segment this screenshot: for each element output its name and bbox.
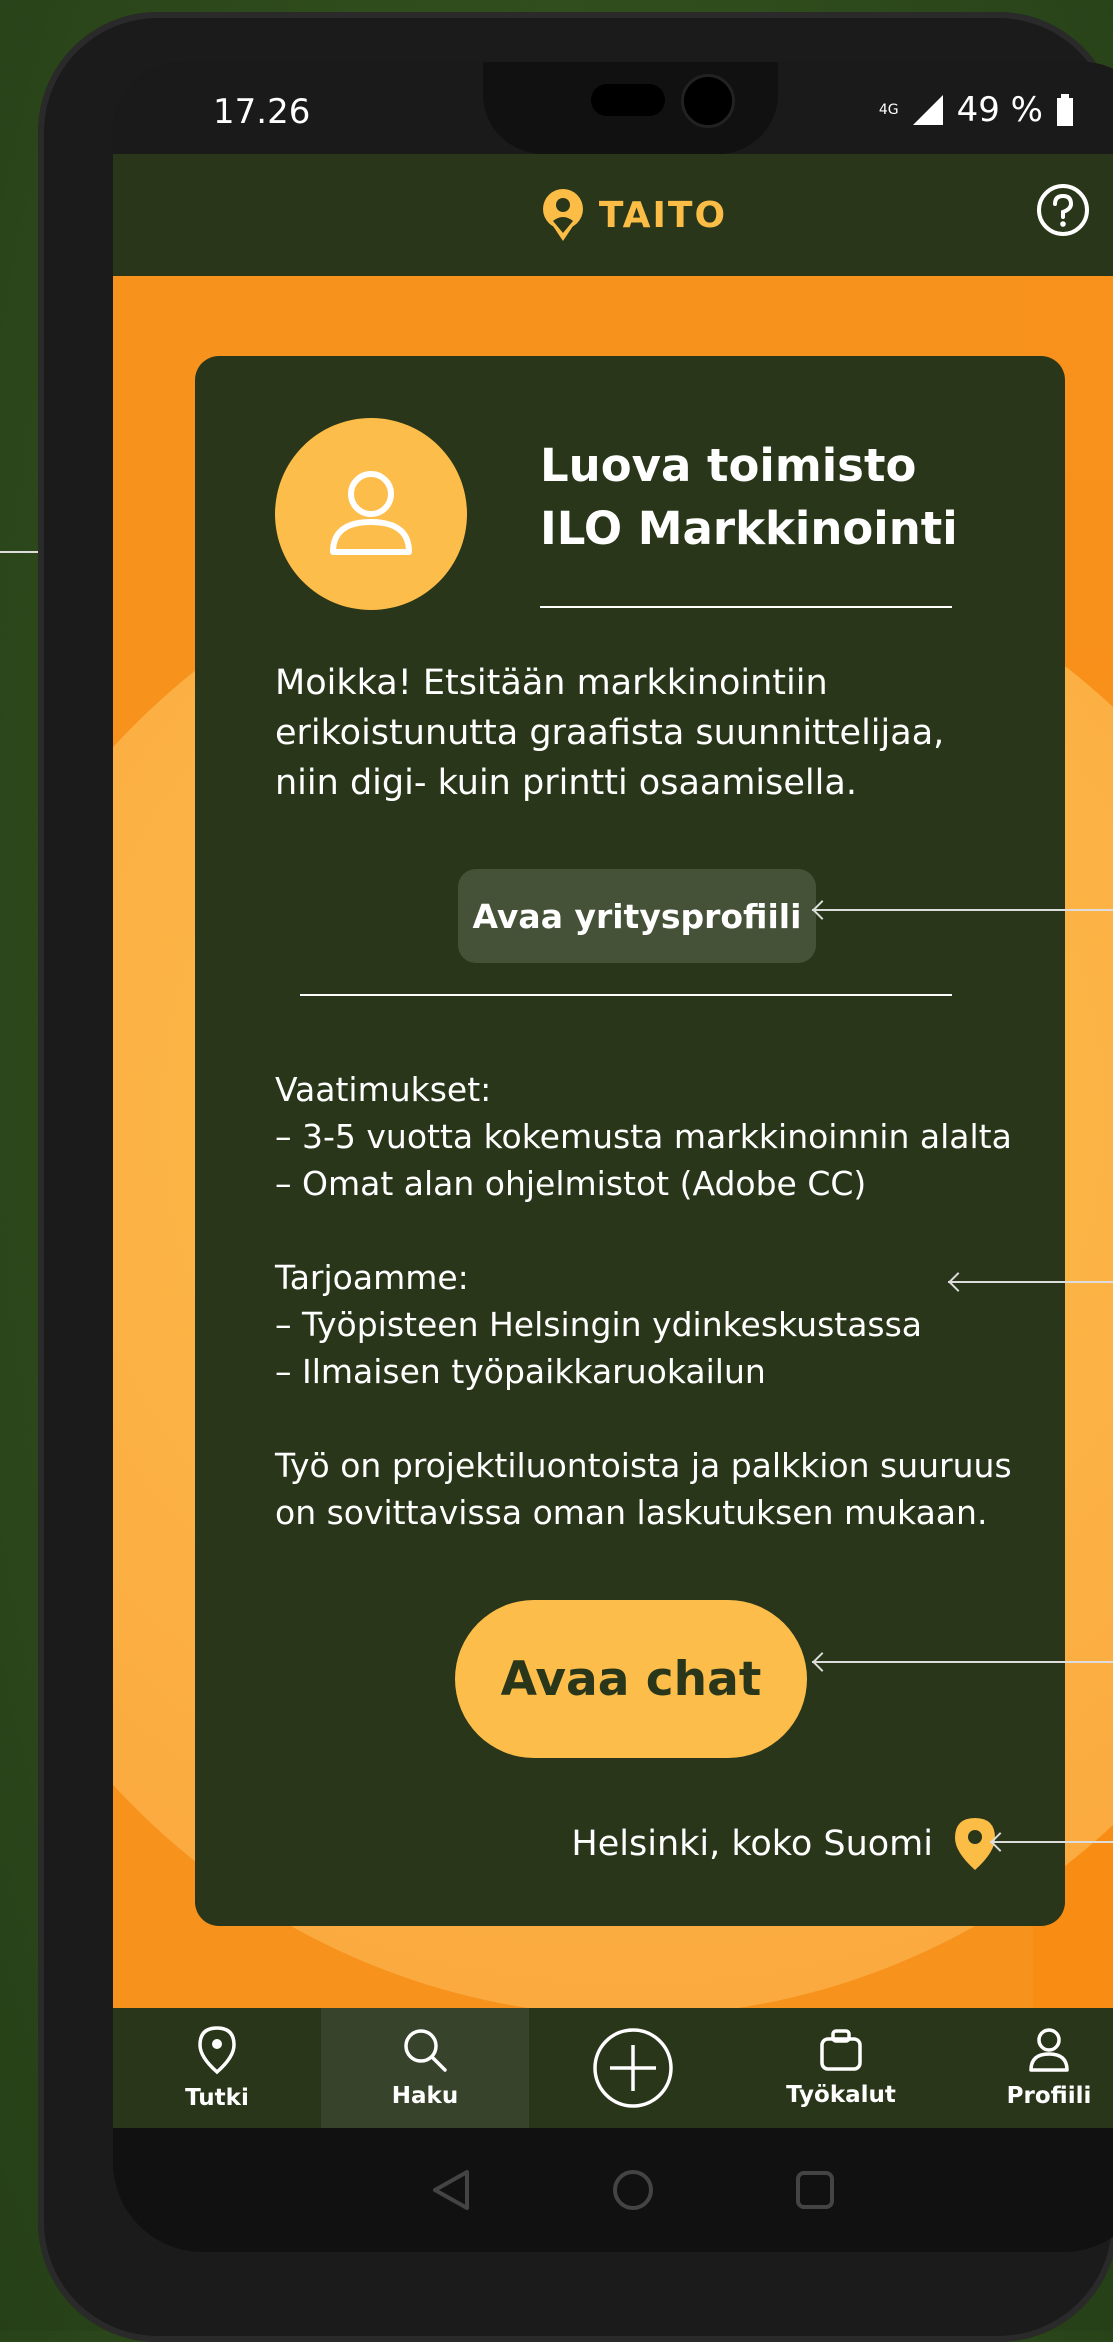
bottom-nav: Tutki Haku Työkalut Profiili (113, 2008, 1113, 2128)
user-icon (330, 471, 412, 555)
add-circle-icon (593, 2028, 673, 2108)
requirements-title: Vaatimukset: (275, 1070, 492, 1109)
annotation-arrow-profile (812, 909, 1113, 911)
taito-logo: TAITO (539, 187, 727, 243)
offers-title: Tarjoamme: (275, 1258, 469, 1297)
search-icon (404, 2029, 447, 2072)
divider (300, 994, 952, 996)
nav-tutki[interactable]: Tutki (113, 2008, 321, 2128)
battery-label: 49 % (956, 90, 1043, 130)
nav-label: Profiili (1006, 2083, 1092, 2109)
status-bar: 17.26 4G 49 % (113, 62, 1113, 154)
offer-item: – Ilmaisen työpaikkaruokailun (275, 1352, 766, 1391)
job-intro: Moikka! Etsitään markkinointiin erikoist… (275, 663, 945, 803)
location-pin-icon (955, 1818, 995, 1870)
open-company-profile-button[interactable]: Avaa yritysprofiili (458, 869, 816, 963)
back-icon[interactable] (431, 2168, 471, 2212)
requirement-item: – Omat alan ohjelmistot (Adobe CC) (275, 1164, 867, 1203)
signal-icon (912, 95, 943, 125)
annotation-arrow-chat (812, 1661, 1113, 1663)
app-header: TAITO (113, 154, 1113, 276)
location-label: Helsinki, koko Suomi (571, 1824, 933, 1864)
system-nav (113, 2128, 1113, 2252)
home-icon[interactable] (611, 2168, 655, 2212)
annotation-arrow-details (948, 1281, 1113, 1283)
divider (540, 606, 952, 608)
camera-icon (681, 74, 735, 128)
camera-notch (483, 62, 778, 154)
closing-text: Työ on projektiluontoista ja palkkion su… (275, 1446, 1012, 1532)
job-details: Vaatimukset: – 3-5 vuotta kokemusta mark… (275, 1066, 1035, 1536)
status-right: 4G 49 % (879, 90, 1073, 130)
nav-label: Haku (391, 2083, 459, 2109)
main-content: Luova toimisto ILO Markkinointi Moikka! … (113, 276, 1113, 2008)
logo-text: TAITO (598, 194, 728, 236)
nav-label: Työkalut (786, 2082, 896, 2108)
nav-profiili[interactable]: Profiili (945, 2008, 1113, 2128)
nav-haku[interactable]: Haku (321, 2008, 529, 2128)
help-icon[interactable] (1033, 180, 1093, 240)
battery-icon (1057, 94, 1073, 126)
phone-frame: 17.26 4G 49 % TAITO Luova toimisto ILO M… (38, 12, 1113, 2342)
briefcase-icon (820, 2029, 862, 2071)
speaker-icon (591, 84, 665, 116)
offer-item: – Työpisteen Helsingin ydinkeskustassa (275, 1305, 923, 1344)
location-pin-icon (198, 2026, 236, 2075)
network-label: 4G (878, 102, 899, 118)
company-name: Luova toimisto ILO Markkinointi (540, 439, 958, 555)
recents-icon[interactable] (795, 2170, 835, 2210)
nav-tyokalut[interactable]: Työkalut (737, 2008, 945, 2128)
status-time: 17.26 (213, 92, 311, 132)
job-location: Helsinki, koko Suomi (571, 1818, 995, 1870)
screen: 17.26 4G 49 % TAITO Luova toimisto ILO M… (113, 62, 1113, 2252)
open-chat-button[interactable]: Avaa chat (455, 1600, 807, 1758)
nav-label: Tutki (185, 2085, 249, 2111)
company-avatar[interactable] (275, 418, 467, 610)
taito-logo-icon (542, 189, 583, 241)
nav-add[interactable] (529, 2008, 737, 2128)
job-card: Luova toimisto ILO Markkinointi Moikka! … (195, 356, 1065, 1926)
requirement-item: – 3-5 vuotta kokemusta markkinoinnin ala… (275, 1117, 1012, 1156)
user-icon (1029, 2028, 1069, 2072)
